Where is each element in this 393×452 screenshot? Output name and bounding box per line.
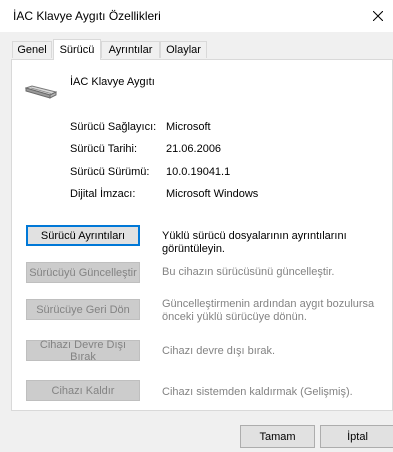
driver-details-button[interactable]: Sürücü Ayrıntıları (26, 225, 140, 246)
uninstall-device-button[interactable]: Cihazı Kaldır (26, 380, 140, 401)
title-bar: İAC Klavye Aygıtı Özellikleri (0, 0, 393, 32)
tab-events[interactable]: Olaylar (160, 41, 207, 58)
tab-general[interactable]: Genel (12, 41, 52, 58)
roll-back-driver-description: Güncelleştirmenin ardından aygıt bozulur… (162, 298, 375, 323)
tab-details[interactable]: Ayrıntılar (101, 41, 160, 58)
driver-date-label: Sürücü Tarihi: (70, 143, 138, 155)
device-name: İAC Klavye Aygıtı (70, 76, 155, 88)
driver-provider-value: Microsoft (166, 121, 211, 133)
driver-provider-label: Sürücü Sağlayıcı: (70, 121, 157, 133)
ok-button[interactable]: Tamam (240, 425, 315, 448)
disable-device-description: Cihazı devre dışı bırak. (162, 345, 276, 357)
driver-date-value: 21.06.2006 (166, 143, 222, 155)
uninstall-device-description: Cihazı sistemden kaldırmak (Gelişmiş). (162, 386, 353, 398)
driver-version-value: 10.0.19041.1 (166, 166, 231, 178)
close-button[interactable] (363, 0, 393, 32)
keyboard-icon (25, 85, 57, 99)
driver-version-label: Sürücü Sürümü: (70, 166, 150, 178)
window-title: İAC Klavye Aygıtı Özellikleri (13, 9, 161, 23)
update-driver-description: Bu cihazın sürücüsünü güncelleştir. (162, 266, 335, 278)
digital-signer-value: Microsoft Windows (166, 188, 259, 200)
tab-driver[interactable]: Sürücü (53, 39, 101, 60)
update-driver-button[interactable]: Sürücüyü Güncelleştir (26, 262, 140, 283)
roll-back-driver-button[interactable]: Sürücüye Geri Dön (26, 299, 140, 320)
digital-signer-label: Dijital İmzacı: (70, 188, 136, 200)
cancel-button[interactable]: İptal (320, 425, 393, 448)
driver-details-description: Yüklü sürücü dosyalarının ayrıntılarını … (162, 230, 347, 255)
disable-device-button[interactable]: Cihazı Devre Dışı Bırak (26, 339, 140, 363)
close-icon (373, 11, 383, 21)
